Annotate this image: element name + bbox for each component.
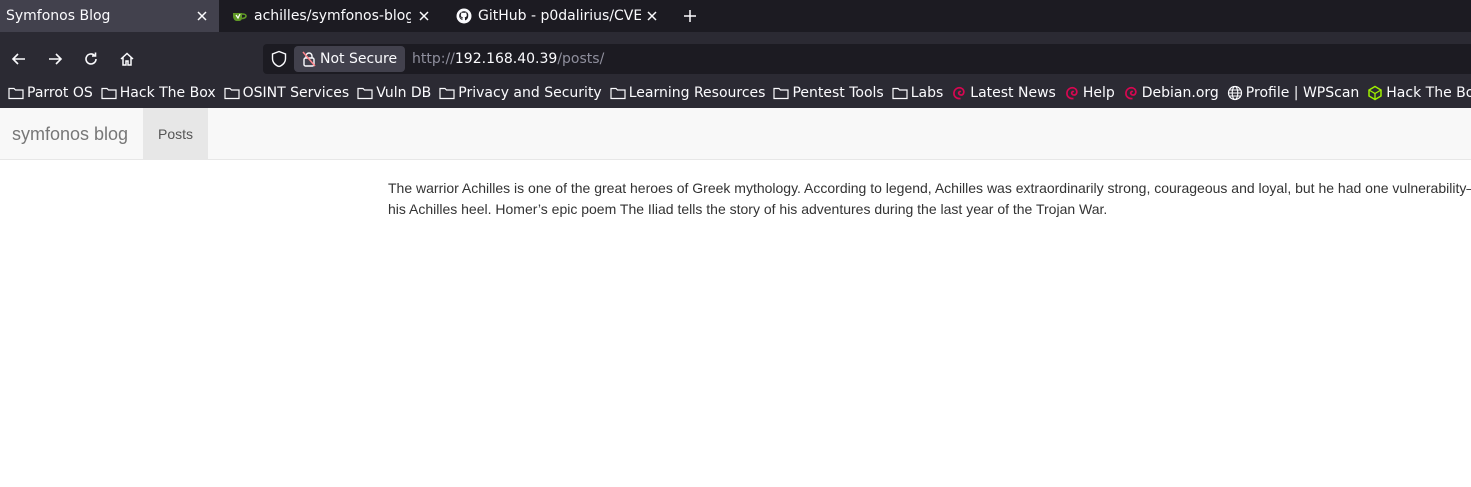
htb-icon (1367, 85, 1386, 101)
forward-button[interactable] (45, 49, 65, 69)
tab-title: GitHub - p0dalirius/CVE-2 (478, 8, 641, 24)
folder-icon (8, 86, 27, 100)
close-tab-icon[interactable] (193, 7, 211, 25)
bookmark-label: Help (1082, 85, 1115, 101)
debian-icon (1064, 85, 1083, 101)
bookmark-item[interactable]: Latest News (951, 85, 1056, 101)
post-body: The warrior Achilles is one of the great… (388, 180, 1471, 217)
reload-icon (85, 52, 97, 65)
site-security-button[interactable]: Not Secure (294, 46, 406, 72)
tracking-protection-shield-icon[interactable] (270, 50, 288, 68)
url-text[interactable]: http://192.168.40.39/posts/ (412, 44, 604, 74)
arrow-right-icon (49, 53, 63, 65)
navigation-toolbar: Not Secure http://192.168.40.39/posts/ (0, 40, 1471, 78)
bookmark-item[interactable]: Learning Resources (610, 85, 766, 101)
bookmark-label: Hack The Box (119, 85, 216, 101)
arrow-left-icon (11, 53, 25, 65)
folder-icon (773, 86, 792, 100)
new-tab-button[interactable] (680, 6, 700, 26)
insecure-lock-icon (302, 51, 316, 67)
security-label: Not Secure (320, 51, 398, 67)
bookmark-label: Privacy and Security (458, 85, 602, 101)
close-tab-icon[interactable] (415, 7, 433, 25)
bookmark-item[interactable]: Profile | WPScan (1227, 85, 1359, 101)
site-navbar: symfonos blog Posts (0, 108, 1471, 160)
home-button[interactable] (117, 49, 137, 69)
tab-symfonos-blog[interactable]: Symfonos Blog (0, 0, 219, 32)
bookmark-item[interactable]: Vuln DB (357, 85, 431, 101)
tab-strip: Symfonos Blog achilles/symfonos-blog: p … (0, 0, 1471, 32)
bookmark-label: OSINT Services (242, 85, 350, 101)
gitea-icon (232, 8, 248, 24)
debian-icon (1123, 85, 1142, 101)
url-prefix: http:// (412, 51, 455, 67)
folder-icon (610, 86, 629, 100)
bookmark-label: Profile | WPScan (1245, 85, 1360, 101)
tab-github[interactable]: GitHub - p0dalirius/CVE-2 (441, 0, 667, 32)
bookmark-item[interactable]: Hack The Box (1367, 85, 1471, 101)
folder-icon (439, 86, 458, 100)
bookmark-label: Learning Resources (628, 85, 766, 101)
bookmark-label: Parrot OS (27, 85, 93, 101)
reload-button[interactable] (81, 49, 101, 69)
folder-icon (357, 86, 376, 100)
tab-title: achilles/symfonos-blog: p (254, 8, 411, 24)
folder-icon (101, 86, 120, 100)
bookmark-item[interactable]: Labs (892, 85, 944, 101)
bookmark-label: Hack The Box (1386, 85, 1471, 101)
url-host: 192.168.40.39 (454, 51, 558, 67)
bookmark-item[interactable]: Hack The Box (101, 85, 216, 101)
bookmark-item[interactable]: Parrot OS (8, 85, 93, 101)
bookmark-label: Labs (910, 85, 944, 101)
bookmark-label: Pentest Tools (792, 85, 884, 101)
back-button[interactable] (9, 49, 29, 69)
plus-icon (684, 10, 696, 22)
bookmark-item[interactable]: Help (1064, 85, 1115, 101)
bookmark-label: Debian.org (1141, 85, 1219, 101)
github-icon (456, 8, 472, 24)
debian-icon (951, 85, 970, 101)
bookmark-label: Latest News (970, 85, 1056, 101)
bookmark-item[interactable]: Privacy and Security (439, 85, 602, 101)
globe-icon (1227, 85, 1246, 101)
close-tab-icon[interactable] (643, 7, 661, 25)
tab-title: Symfonos Blog (6, 8, 111, 24)
tab-gitea[interactable]: achilles/symfonos-blog: p (219, 0, 441, 32)
url-bar[interactable]: Not Secure http://192.168.40.39/posts/ (263, 44, 1471, 74)
site-brand-link[interactable]: symfonos blog (12, 108, 128, 160)
bookmark-item[interactable]: Debian.org (1123, 85, 1219, 101)
bookmark-item[interactable]: OSINT Services (224, 85, 350, 101)
home-icon (120, 52, 134, 66)
toolbar-top-gap (0, 32, 1471, 40)
bookmarks-toolbar: Parrot OS Hack The Box OSINT Services Vuln … (0, 78, 1471, 108)
folder-icon (224, 86, 243, 100)
url-path: /posts/ (557, 51, 605, 67)
bookmark-label: Vuln DB (376, 85, 432, 101)
bookmark-item[interactable]: Pentest Tools (773, 85, 884, 101)
nav-posts-link[interactable]: Posts (143, 108, 208, 159)
folder-icon (892, 86, 911, 100)
